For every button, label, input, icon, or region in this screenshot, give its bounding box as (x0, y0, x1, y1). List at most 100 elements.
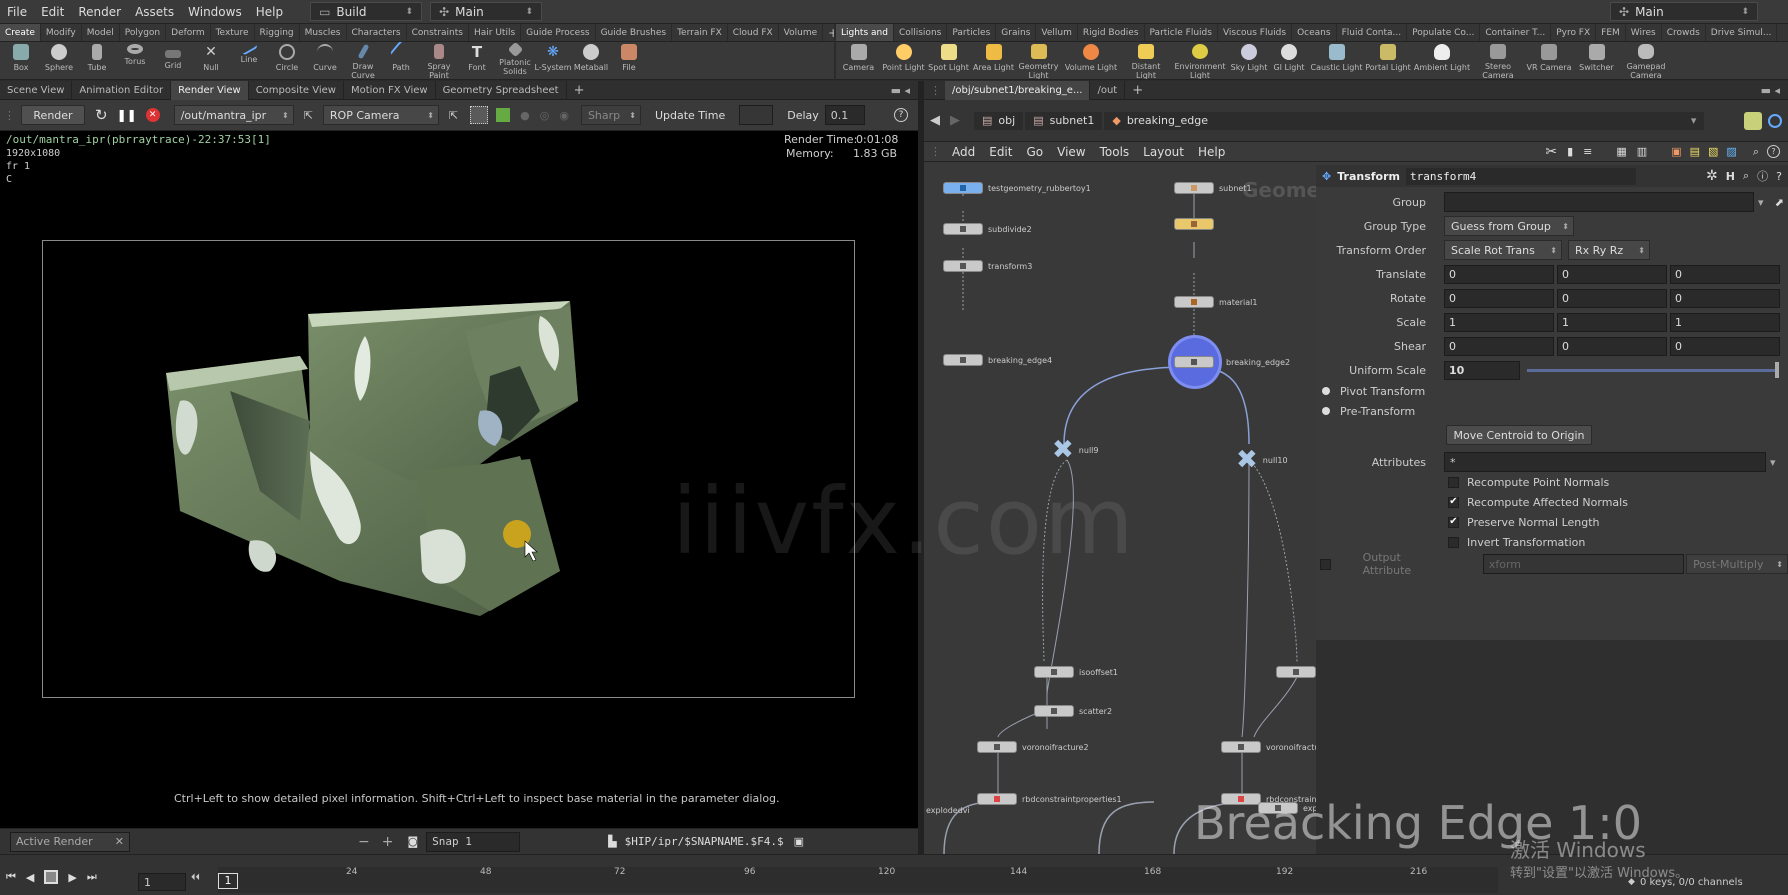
rotate-y-field[interactable]: 0 (1557, 288, 1667, 308)
add-tab-icon[interactable]: + (567, 81, 592, 100)
shelf-tab[interactable]: Polygon (120, 24, 167, 41)
search-icon[interactable]: ⌕ (1753, 145, 1759, 159)
sky-light-tool[interactable]: Sky Light (1229, 42, 1269, 79)
portal-light-tool[interactable]: Portal Light (1364, 42, 1412, 79)
translate-z-field[interactable]: 0 (1670, 264, 1780, 284)
arrow-select-icon[interactable]: ⬈ (1775, 196, 1784, 209)
pin-icon[interactable] (1744, 111, 1762, 130)
shelf-tab[interactable]: Viscous Fluids (1218, 24, 1293, 41)
key-icon[interactable]: ◆ (1628, 877, 1635, 887)
menu-add[interactable]: Add (945, 145, 982, 159)
camera-jump-icon[interactable]: ⇱ (449, 109, 458, 122)
metaball-tool[interactable]: Metaball (572, 42, 610, 79)
node-voronoifracture2[interactable]: voronoifracture2 (977, 741, 1089, 753)
shelf-tab[interactable]: Rigid Bodies (1078, 24, 1145, 41)
point-light-tool[interactable]: Point Light (881, 42, 926, 79)
menu-file[interactable]: File (0, 5, 34, 19)
shelf-tab[interactable]: Drive Simul... (1706, 24, 1778, 41)
shelf-tab[interactable]: Collisions (894, 24, 948, 41)
menu-view[interactable]: View (1050, 145, 1092, 159)
jump-end-icon[interactable]: ⏭ (87, 870, 97, 884)
shelf-tab[interactable]: Vellum (1036, 24, 1078, 41)
stereo-camera-tool[interactable]: Stereo Camera (1472, 42, 1524, 79)
lsystem-tool[interactable]: ❋ L-System (534, 42, 572, 79)
breadcrumb-subnet1[interactable]: ▤ subnet1 (1025, 111, 1103, 130)
rotate-z-field[interactable]: 0 (1670, 288, 1780, 308)
shelf-tab[interactable]: Rigging (255, 24, 300, 41)
camera-select[interactable]: ROP Camera ⬍ (322, 105, 439, 125)
rotation-order-select[interactable]: Rx Ry Rz ⬍ (1568, 240, 1650, 260)
menu-tools[interactable]: Tools (1093, 145, 1137, 159)
pane-menu-icon[interactable]: ▬ ◂ (891, 84, 910, 97)
pin-icon[interactable]: ● (520, 109, 530, 122)
tab-geometry-spreadsheet[interactable]: Geometry Spreadsheet (436, 80, 567, 100)
stop-icon[interactable] (44, 870, 59, 884)
node-explodedview1[interactable]: explodedvi (926, 804, 970, 816)
shelf-tab[interactable]: Lights and (836, 24, 894, 41)
shelf-tab[interactable]: Crowds (1662, 24, 1706, 41)
attributes-field[interactable]: * (1444, 452, 1766, 472)
node-jump-icon[interactable]: ⇱ (304, 109, 313, 122)
translate-x-field[interactable]: 0 (1444, 264, 1554, 284)
node-null10[interactable]: ✖ null10 (1236, 447, 1288, 473)
scale-z-field[interactable]: 1 (1670, 312, 1780, 332)
disk-icon[interactable]: ▙ (608, 835, 616, 848)
snapshot-icon[interactable]: ◙ (407, 835, 418, 848)
path-tool[interactable]: Path (382, 42, 420, 79)
update-time-field[interactable] (739, 105, 774, 125)
help-icon[interactable]: ? (1767, 145, 1780, 158)
node-name-field[interactable]: transform4 (1405, 167, 1636, 185)
rotate-x-field[interactable]: 0 (1444, 288, 1554, 308)
breadcrumb-obj[interactable]: ▤ obj (974, 111, 1024, 130)
shelf-tab[interactable]: Wires (1626, 24, 1662, 41)
node-explodedview2[interactable]: explodedview2 (1258, 802, 1316, 814)
close-icon[interactable]: ✕ (115, 835, 124, 848)
ambient-light-tool[interactable]: Ambient Light (1412, 42, 1472, 79)
render-button[interactable]: Render (21, 105, 85, 125)
render-viewport[interactable]: /out/mantra_ipr(pbrraytrace)-22:37:53[1]… (0, 131, 918, 828)
add-tab-icon[interactable]: + (823, 24, 834, 41)
menu-help[interactable]: Help (249, 5, 290, 19)
recompute-affected-normals-checkbox[interactable]: ✔ (1448, 496, 1459, 508)
font-tool[interactable]: T Font (458, 42, 496, 79)
tab-out[interactable]: /out (1090, 80, 1126, 100)
gi-light-tool[interactable]: GI Light (1269, 42, 1309, 79)
menu-edit[interactable]: Edit (982, 145, 1019, 159)
camera-tool[interactable]: Camera (836, 42, 881, 79)
menu-edit[interactable]: Edit (34, 5, 71, 19)
caustic-light-tool[interactable]: Caustic Light (1309, 42, 1364, 79)
preserve-normal-length-checkbox[interactable]: ✔ (1448, 516, 1459, 528)
shelf-tab[interactable]: Fluid Conta... (1337, 24, 1408, 41)
shelf-tab[interactable]: Texture (211, 24, 255, 41)
link-icon[interactable] (1768, 113, 1782, 128)
shelf-tab[interactable]: Cloud FX (728, 24, 779, 41)
info-icon[interactable]: ⓘ (1757, 168, 1768, 184)
output-attribute-field[interactable]: xform (1482, 554, 1685, 574)
scale-x-field[interactable]: 1 (1444, 312, 1554, 332)
shelf-tab[interactable]: Characters (347, 24, 407, 41)
move-centroid-button[interactable]: Move Centroid to Origin (1446, 425, 1592, 445)
volume-light-tool[interactable]: Volume Light (1061, 42, 1121, 79)
grid-tool[interactable]: Grid (154, 42, 192, 79)
node-isooffset1[interactable]: isooffset1 (1034, 666, 1118, 678)
tile-icon[interactable]: ▥ (1637, 145, 1647, 158)
shelf-tab[interactable]: Container T... (1480, 24, 1552, 41)
snap-name-field[interactable]: Snap 1 (426, 831, 521, 852)
shear-y-field[interactable]: 0 (1557, 336, 1667, 356)
invert-transformation-checkbox[interactable] (1448, 536, 1459, 548)
node-null9[interactable]: ✖ null9 (1052, 437, 1098, 463)
active-render-field[interactable]: Active Render ✕ (10, 831, 130, 852)
shelf-tab[interactable]: Guide Brushes (596, 24, 673, 41)
line-tool[interactable]: Line (230, 42, 268, 79)
transform-order-select[interactable]: Scale Rot Trans ⬍ (1444, 240, 1562, 260)
scale-y-field[interactable]: 1 (1557, 312, 1667, 332)
spot-light-tool[interactable]: Spot Light (926, 42, 971, 79)
play-icon[interactable]: ▶ (68, 871, 76, 884)
sharp-select[interactable]: Sharp ⬍ (580, 105, 641, 125)
help-h-icon[interactable]: H (1726, 170, 1735, 183)
shelf-tab[interactable]: Pyro FX (1551, 24, 1597, 41)
node-subdivide2[interactable]: subdivide2 (943, 223, 1032, 235)
minus-icon[interactable]: − (358, 834, 370, 850)
jump-start-icon[interactable]: ⏮ (6, 870, 16, 884)
menu-assets[interactable]: Assets (128, 5, 181, 19)
